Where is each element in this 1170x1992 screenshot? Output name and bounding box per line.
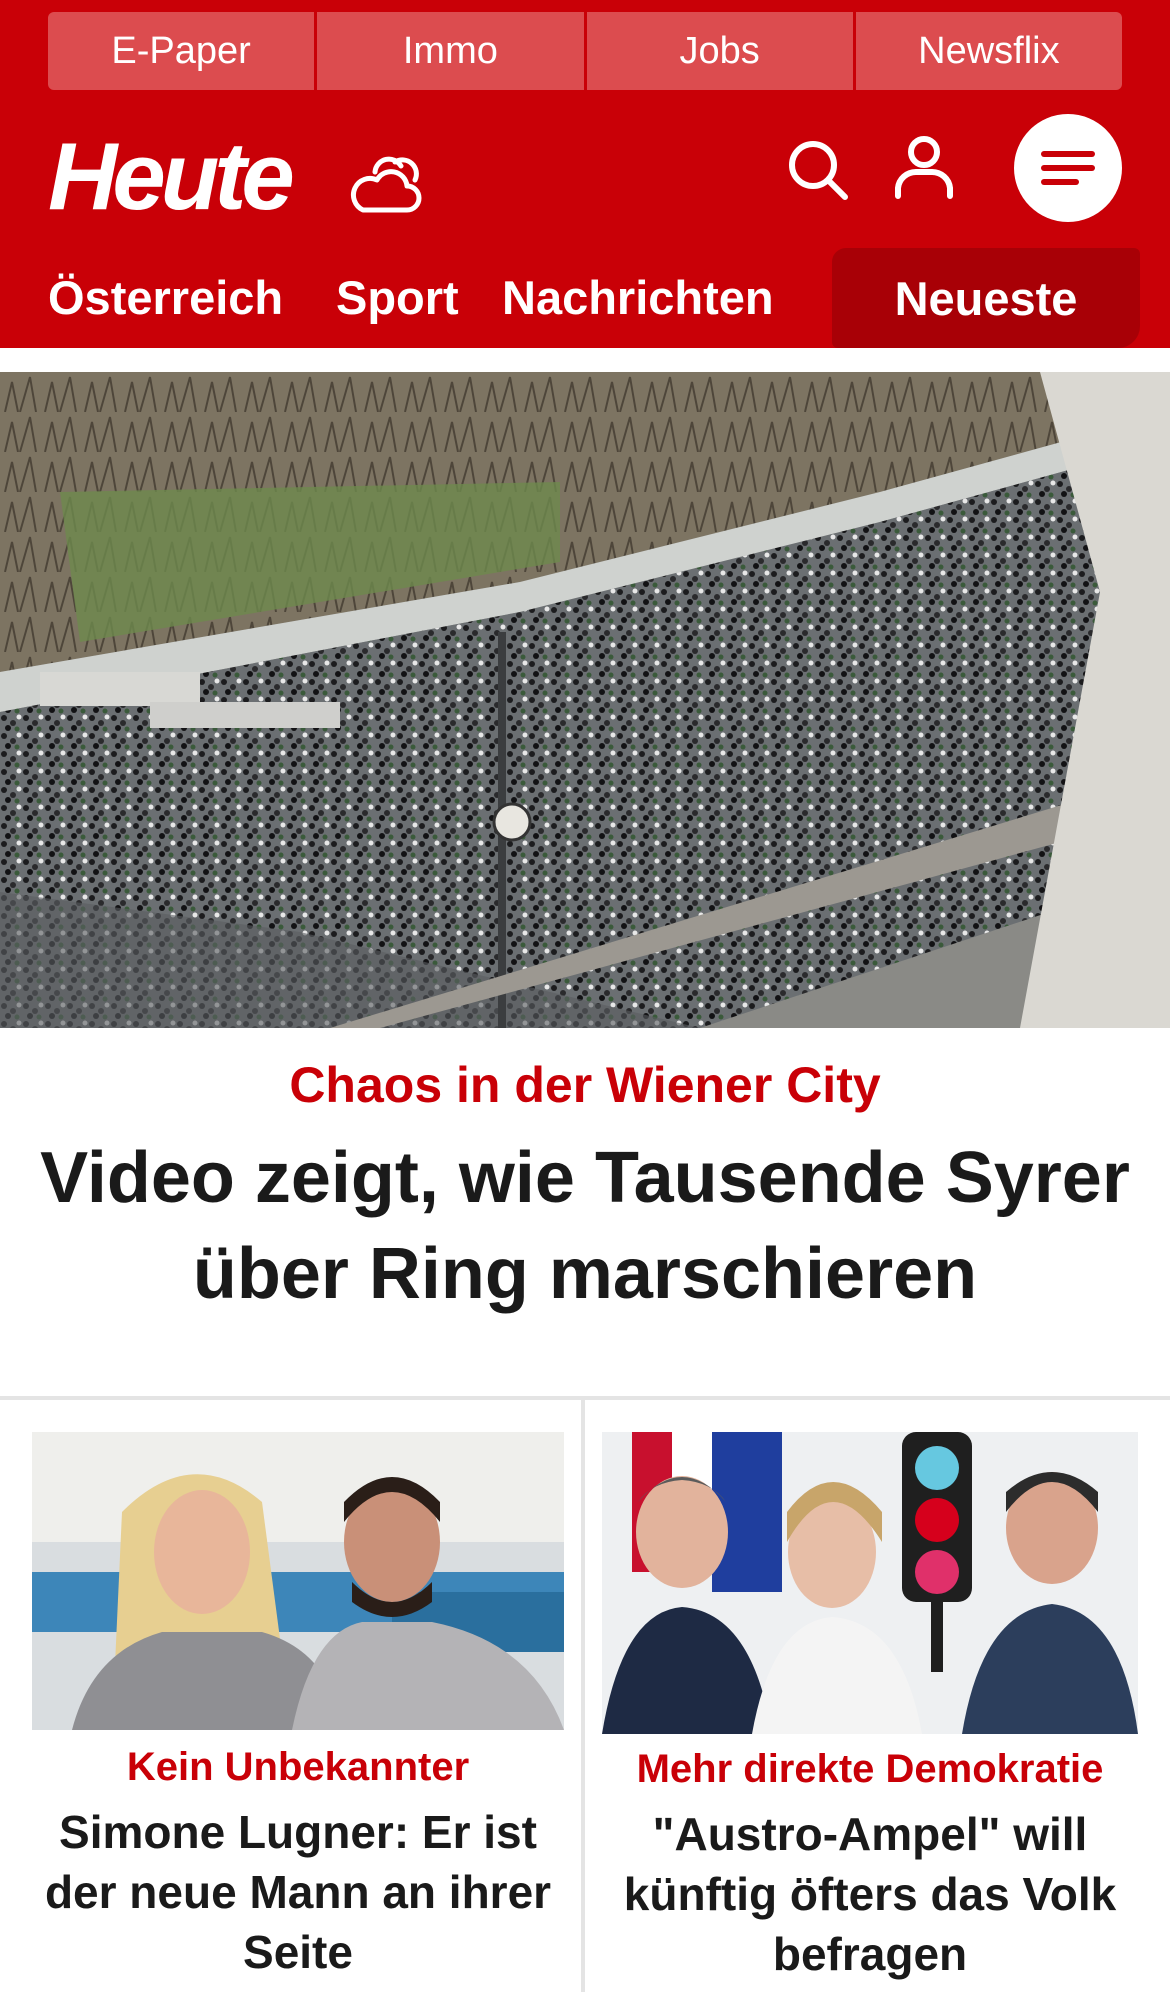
card-kicker-ampel: Mehr direkte Demokratie <box>636 1747 1104 1791</box>
card-photo-lugner <box>32 1432 564 1730</box>
top-nav-immo[interactable]: Immo <box>317 12 587 90</box>
section-nav-sport[interactable]: Sport <box>336 268 459 328</box>
top-nav-newsflix[interactable]: Newsflix <box>855 12 1122 90</box>
search-icon[interactable] <box>786 138 850 202</box>
site-logo[interactable]: Heute <box>48 122 295 232</box>
section-divider <box>0 1396 1170 1400</box>
top-nav-jobs[interactable]: Jobs <box>586 12 856 90</box>
card-title-ampel[interactable]: "Austro-Ampel" will künftig öfters das V… <box>596 1804 1144 1984</box>
section-nav-oesterreich[interactable]: Österreich <box>48 268 283 328</box>
hero-kicker: Chaos in der Wiener City <box>289 1057 881 1113</box>
site-header: E-Paper Immo Jobs Newsflix Heute Österre… <box>0 0 1170 348</box>
top-nav-epaper[interactable]: E-Paper <box>48 12 318 90</box>
hero-photo <box>0 372 1170 1028</box>
hero-title[interactable]: Video zeigt, wie Tausende Syrer über Rin… <box>20 1130 1150 1322</box>
user-icon[interactable] <box>892 134 956 200</box>
hero-image[interactable] <box>0 372 1170 1028</box>
section-nav: Österreich Sport Nachrichten Neueste <box>0 248 1170 348</box>
menu-button[interactable] <box>1014 114 1122 222</box>
card-photo-ampel <box>602 1432 1138 1734</box>
card-image-lugner[interactable] <box>32 1432 564 1730</box>
section-nav-nachrichten[interactable]: Nachrichten <box>502 268 774 328</box>
cloud-sun-icon[interactable] <box>345 150 425 216</box>
column-divider <box>581 1400 585 1992</box>
card-image-ampel[interactable] <box>602 1432 1138 1734</box>
top-nav: E-Paper Immo Jobs Newsflix <box>48 12 1122 90</box>
card-kicker-lugner: Kein Unbekannter <box>126 1745 470 1789</box>
card-title-lugner[interactable]: Simone Lugner: Er ist der neue Mann an i… <box>24 1802 572 1982</box>
section-nav-neueste[interactable]: Neueste <box>832 248 1140 348</box>
hamburger-menu-icon <box>1041 151 1095 185</box>
